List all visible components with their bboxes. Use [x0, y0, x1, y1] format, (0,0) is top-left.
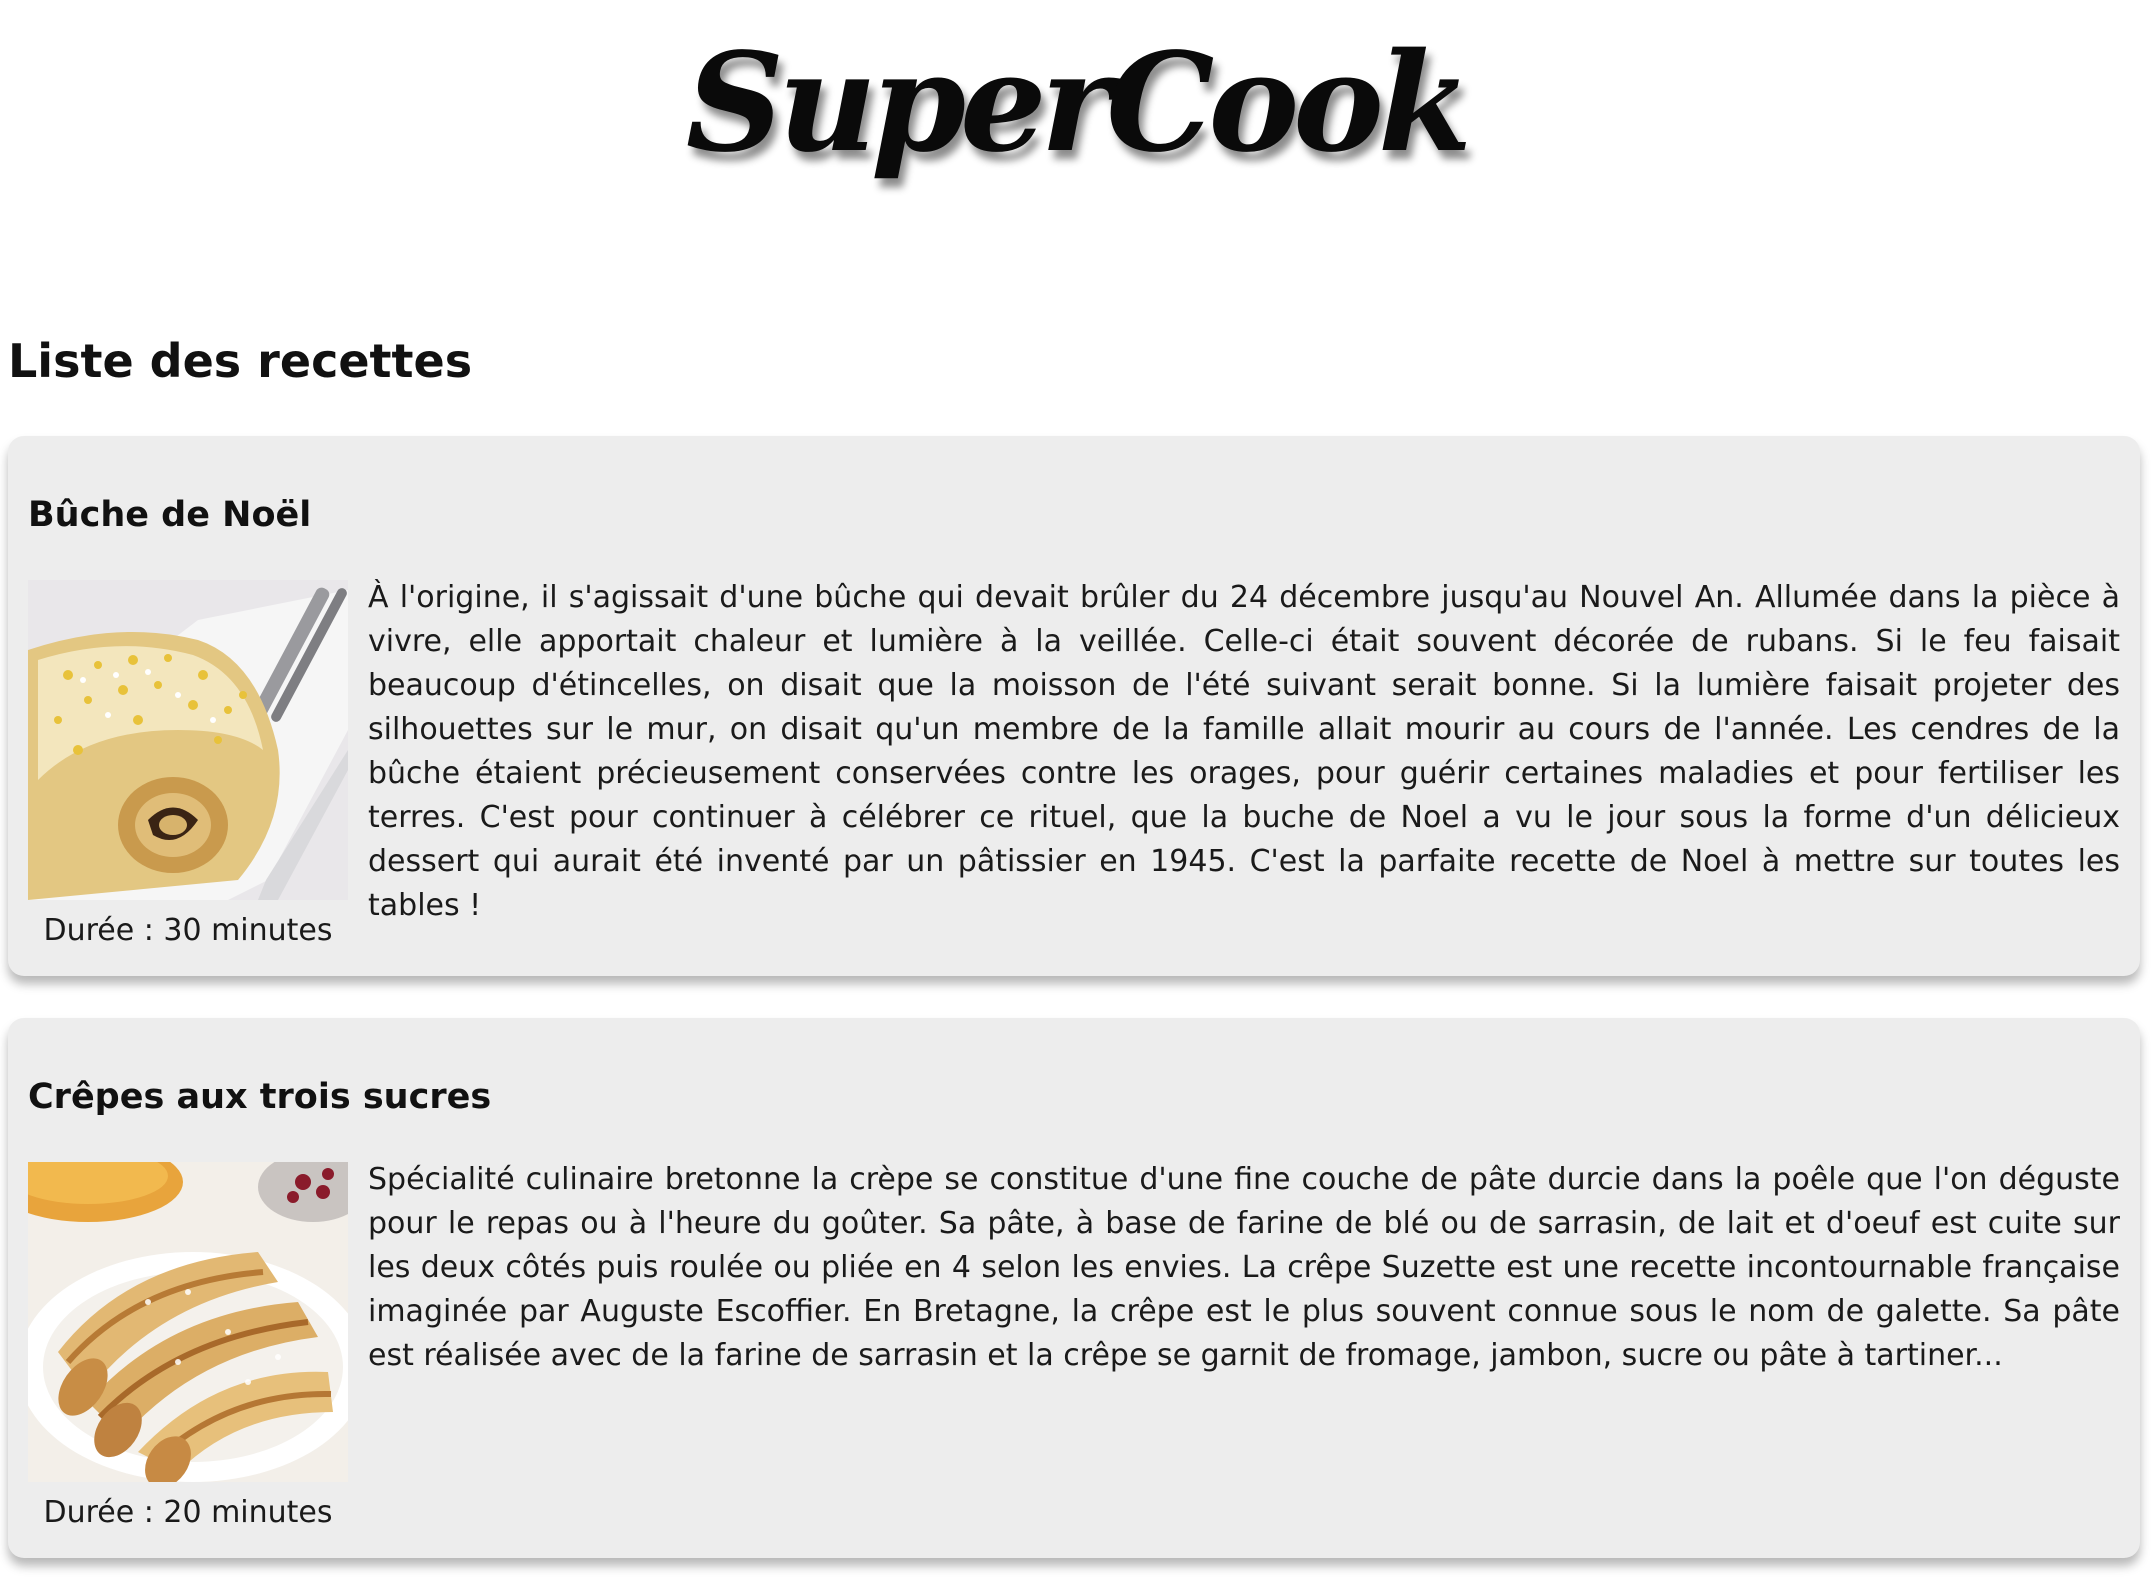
recipe-description: Spécialité culinaire bretonne la crèpe s… [368, 1162, 2120, 1373]
recipe-image-buche-de-noel[interactable] [28, 580, 348, 900]
recipe-card-crepes-aux-trois-sucres[interactable]: Crêpes aux trois sucres Spécialité culin… [8, 1018, 2140, 1558]
recipe-title[interactable]: Crêpes aux trois sucres [28, 1072, 491, 1122]
site-logo[interactable]: SuperCook [0, 18, 2152, 188]
recipe-duration: Durée : 20 minutes [43, 1495, 333, 1530]
recipe-title[interactable]: Bûche de Noël [28, 490, 311, 540]
page-title: Liste des recettes [8, 334, 473, 388]
recipe-image-crepes-aux-trois-sucres[interactable] [28, 1162, 348, 1482]
recipe-duration: Durée : 30 minutes [43, 913, 333, 948]
recipe-description: À l'origine, il s'agissait d'une bûche q… [368, 580, 2120, 923]
recipe-card-buche-de-noel[interactable]: Bûche de Noël À l'origine, il s'agissait… [8, 436, 2140, 976]
